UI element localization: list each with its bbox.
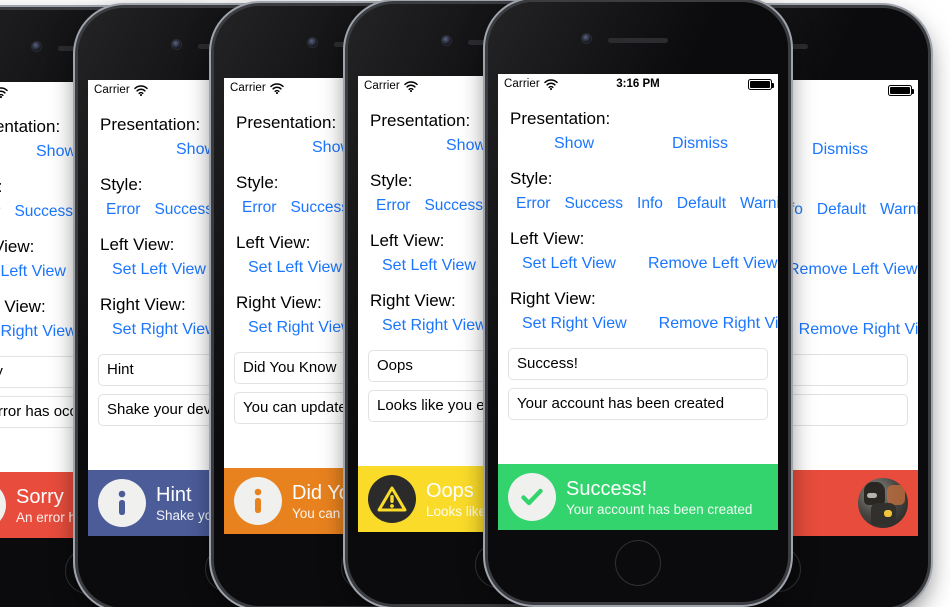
style-success-button[interactable]: Success [290, 198, 349, 218]
status-bar-right [748, 78, 774, 90]
style-warning-button[interactable]: Warning [740, 194, 778, 214]
battery-full-icon [748, 78, 774, 90]
phone-success: Carrier 3:16 PM Presentation: Show Dismiss St… [488, 2, 788, 602]
front-camera-icon [32, 42, 41, 51]
banner-icon-circle [368, 475, 416, 523]
wifi-icon [134, 84, 148, 96]
style-error-button[interactable]: Error [242, 198, 276, 218]
remove-right-view-button[interactable]: Remove Right View [659, 314, 778, 334]
left-view-actions: Set Left View Remove Left View [508, 254, 778, 274]
carrier-label: Carrier [94, 84, 130, 96]
style-error-button[interactable]: Error [106, 200, 140, 220]
banner-icon-circle [0, 481, 6, 529]
presentation-actions: Show Dismiss [508, 134, 768, 154]
presentation-label: Presentation: [510, 109, 611, 128]
notification-banner[interactable]: Success! Your account has been created [498, 464, 778, 530]
show-button[interactable]: Show [312, 138, 352, 158]
set-right-view-button[interactable]: Set Right View [112, 320, 217, 340]
banner-icon-circle [234, 477, 282, 525]
wifi-icon [270, 82, 284, 94]
style-actions: Error Success Info Default Warning [508, 194, 778, 214]
right-view-label: Right View: [510, 289, 596, 308]
set-left-view-button[interactable]: Set Left View [382, 256, 476, 276]
carrier-label: Carrier [230, 82, 266, 94]
set-left-view-button[interactable]: Set Left View [522, 254, 616, 274]
title-input[interactable]: Success! [508, 348, 768, 380]
banner-icon-wrap [508, 473, 556, 521]
banner-icon-circle [98, 479, 146, 527]
set-left-view-button[interactable]: Set Left View [112, 260, 206, 280]
banner-text: Success! Your account has been created [566, 477, 752, 518]
warning-triangle-icon [377, 486, 407, 512]
wifi-icon [0, 86, 8, 98]
remove-right-view-button[interactable]: Remove Right View [799, 320, 918, 340]
info-icon [118, 490, 126, 515]
home-button[interactable] [615, 540, 661, 586]
style-success-button[interactable]: Success [154, 200, 213, 220]
status-bar-clock: 3:16 PM [616, 78, 660, 90]
style-success-button[interactable]: Success [564, 194, 623, 214]
show-button[interactable]: Show [176, 140, 216, 160]
right-view-actions: Set Right View Remove Right View [508, 314, 778, 334]
banner-subtitle: Your account has been created [566, 501, 753, 517]
status-bar-left: Carrier [364, 80, 418, 92]
style-info-button[interactable]: Info [637, 194, 663, 214]
front-camera-icon [442, 36, 451, 45]
banner-title: Success! [566, 477, 648, 500]
style-error-button[interactable]: Error [516, 194, 550, 214]
info-icon [254, 488, 262, 513]
status-bar-left: Carrier [94, 84, 148, 96]
status-bar-left: Carrier [0, 86, 8, 98]
style-success-button[interactable]: Success [424, 196, 483, 216]
banner-icon-wrap [368, 475, 416, 523]
status-bar: Carrier 3:16 PM [498, 74, 778, 94]
subtitle-input[interactable]: Your account has been created [508, 388, 768, 420]
set-left-view-button[interactable]: Set Left View [248, 258, 342, 278]
remove-left-view-button[interactable]: Remove Left View [788, 260, 918, 280]
avatar-image [858, 478, 908, 528]
show-button[interactable]: Show [554, 134, 594, 154]
style-default-button[interactable]: Default [817, 200, 866, 220]
check-mark-icon [521, 488, 543, 506]
set-right-view-button[interactable]: Set Right View [522, 314, 627, 334]
front-camera-icon [172, 40, 181, 49]
front-camera-icon [308, 38, 317, 47]
left-view-label: Left View: [510, 229, 585, 248]
status-bar-right [888, 84, 914, 96]
remove-left-view-button[interactable]: Remove Left View [648, 254, 778, 274]
style-error-button[interactable]: Error [376, 196, 410, 216]
set-right-view-button[interactable]: Set Right View [0, 322, 77, 342]
show-button[interactable]: Show [446, 136, 486, 156]
style-success-button[interactable]: Success [14, 202, 73, 222]
front-camera-icon [582, 34, 591, 43]
set-left-view-button[interactable]: Set Left View [0, 262, 66, 282]
style-label: Style: [510, 169, 553, 188]
dismiss-button[interactable]: Dismiss [672, 134, 728, 154]
style-warning-button[interactable]: Warning [880, 200, 918, 220]
battery-full-icon [888, 84, 914, 96]
status-bar-left: Carrier [230, 82, 284, 94]
banner-icon-wrap [234, 477, 282, 525]
banner-icon-wrap [0, 481, 6, 529]
earpiece-speaker [608, 38, 668, 43]
phone-screen: Carrier 3:16 PM Presentation: Show Dismiss St… [498, 74, 778, 530]
banner-icon-circle [508, 473, 556, 521]
screenshot-stage: CarrierPresentation:ShowStyle:ErrorSucce… [0, 0, 950, 607]
carrier-label: Carrier [364, 80, 400, 92]
show-button[interactable]: Show [36, 142, 76, 162]
banner-icon-wrap [98, 479, 146, 527]
controls-panel: Presentation: Show Dismiss Style: Error Succe… [498, 94, 778, 464]
dismiss-button[interactable]: Dismiss [812, 140, 868, 160]
style-default-button[interactable]: Default [677, 194, 726, 214]
wifi-icon [404, 80, 418, 92]
set-right-view-button[interactable]: Set Right View [382, 316, 487, 336]
set-right-view-button[interactable]: Set Right View [248, 318, 353, 338]
